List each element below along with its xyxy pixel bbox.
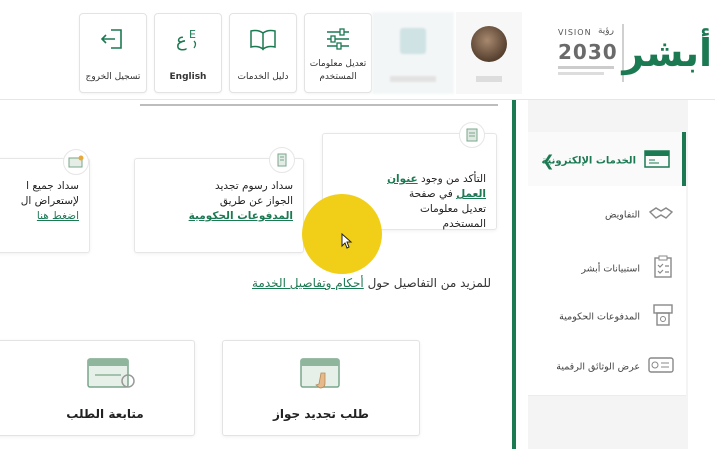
edit-user-info-button[interactable]: تعديل معلومات المستخدم <box>304 13 372 93</box>
money-icon <box>63 149 89 175</box>
survey-icon <box>652 255 674 283</box>
documents-icon <box>648 356 674 378</box>
click-here-link[interactable]: اضغط هنا <box>37 210 79 222</box>
track-request-button[interactable]: متابعة الطلب <box>0 340 195 436</box>
language-button[interactable]: عE English <box>154 13 222 93</box>
vision-2030-logo: رؤية VISION 2030 <box>558 26 617 80</box>
avatar <box>471 26 507 62</box>
logout-button[interactable]: تسجيل الخروج <box>79 13 147 93</box>
absher-brand: أبشر <box>622 31 712 75</box>
blurred-widget[interactable] <box>372 12 454 94</box>
handshake-icon <box>648 204 674 226</box>
chevron-left-icon: ❮ <box>542 151 555 170</box>
info-card-payment: سداد رسوم تجديد الجواز عن طريق المدفوعات… <box>134 147 304 253</box>
services-guide-button[interactable]: دليل الخدمات <box>229 13 297 93</box>
absher-logo: رؤية VISION 2030 أبشر <box>548 16 714 90</box>
eservices-icon <box>644 149 670 172</box>
logout-icon <box>80 24 146 54</box>
mouse-cursor-icon <box>341 232 353 253</box>
top-header: تسجيل الخروج عE English دليل الخدمات تعد… <box>0 0 715 100</box>
atm-icon <box>269 147 295 173</box>
book-icon <box>230 24 296 54</box>
services-guide-label: دليل الخدمات <box>237 72 289 82</box>
language-label: English <box>169 72 207 82</box>
divider <box>140 104 498 106</box>
more-info-text: للمزيد من التفاصيل حول أحكام وتفاصيل الخ… <box>252 276 491 290</box>
track-request-icon <box>86 357 136 397</box>
info-card-fees: سداد جميع ا لإستعراض ال اضغط هنا <box>0 149 90 253</box>
renew-passport-icon <box>299 357 343 397</box>
terms-link[interactable]: أحكام وتفاصيل الخدمة <box>252 276 364 290</box>
content-divider <box>512 100 516 449</box>
checklist-icon <box>459 122 485 148</box>
renew-passport-button[interactable]: طلب تجديد جواز <box>222 340 420 436</box>
svg-text:E: E <box>189 28 196 41</box>
sidebar-item-delegations[interactable]: التفاويض <box>528 186 686 244</box>
language-icon: عE <box>155 24 221 54</box>
payments-icon <box>652 303 674 331</box>
work-link[interactable]: العمل <box>456 188 486 200</box>
sidebar-item-digital-documents[interactable]: عرض الوثائق الرقمية <box>528 338 686 396</box>
address-link[interactable]: عنوان <box>387 173 418 185</box>
sidebar-item-eservices[interactable]: الخدمات الإلكترونية ❮ <box>528 132 686 190</box>
gov-payments-link[interactable]: المدفوعات الحكومية <box>189 210 293 222</box>
logout-label: تسجيل الخروج <box>85 72 141 82</box>
edit-user-info-label: تعديل معلومات المستخدم <box>309 59 367 82</box>
sliders-icon <box>305 24 371 54</box>
user-profile[interactable] <box>456 12 522 94</box>
svg-text:ع: ع <box>176 30 187 51</box>
